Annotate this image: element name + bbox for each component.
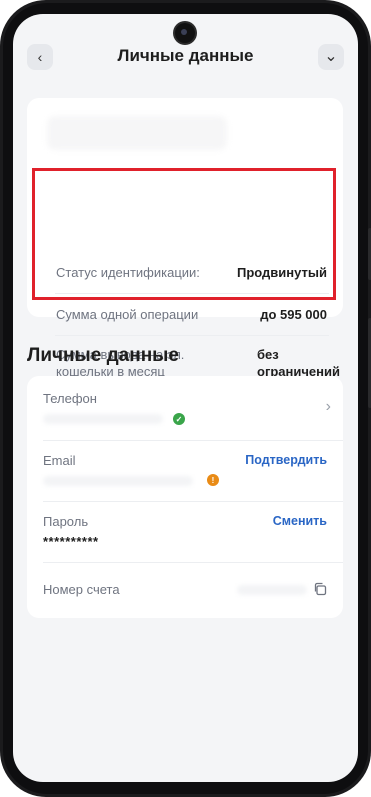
page-title: Личные данные [117,46,254,65]
chevron-right-icon: › [325,398,331,415]
change-password-link[interactable]: Сменить [273,514,327,528]
top-bar: ‹ Личные данные ⌄ [13,42,358,76]
section-title: Личные данные [27,345,179,366]
email-label: Email [43,453,76,468]
screen: ‹ Личные данные ⌄ Статус идентификации: … [13,14,358,782]
account-number-label: Номер счета [43,582,120,597]
single-operation-value: до 595 000 [260,307,327,322]
phone-frame: ‹ Личные данные ⌄ Статус идентификации: … [0,0,371,797]
personal-data-card: Телефон ✓ › Email Подтвердить ! Пароль С… [27,376,343,618]
divider [43,440,343,441]
password-label: Пароль [43,514,89,529]
dropdown-button[interactable]: ⌄ [318,44,344,70]
chevron-down-icon: ⌄ [324,48,338,65]
blurred-user-name [47,116,227,150]
password-value: ********** [43,534,99,549]
verified-check-icon: ✓ [173,413,185,425]
phone-row[interactable]: Телефон ✓ › [27,376,343,440]
confirm-email-link[interactable]: Подтвердить [245,453,327,467]
single-operation-label: Сумма одной операции [56,307,199,322]
divider [43,501,343,502]
copy-icon[interactable] [313,582,327,596]
blurred-phone-number [43,414,163,424]
phone-label: Телефон [43,391,97,406]
front-camera [175,23,195,43]
blurred-account-number [237,585,307,595]
warning-icon: ! [207,474,219,486]
divider [43,562,343,563]
monthly-withdrawal-value: без ограничений [257,347,340,379]
blurred-email [43,476,193,486]
divider [55,335,329,336]
highlight-frame [32,168,336,300]
